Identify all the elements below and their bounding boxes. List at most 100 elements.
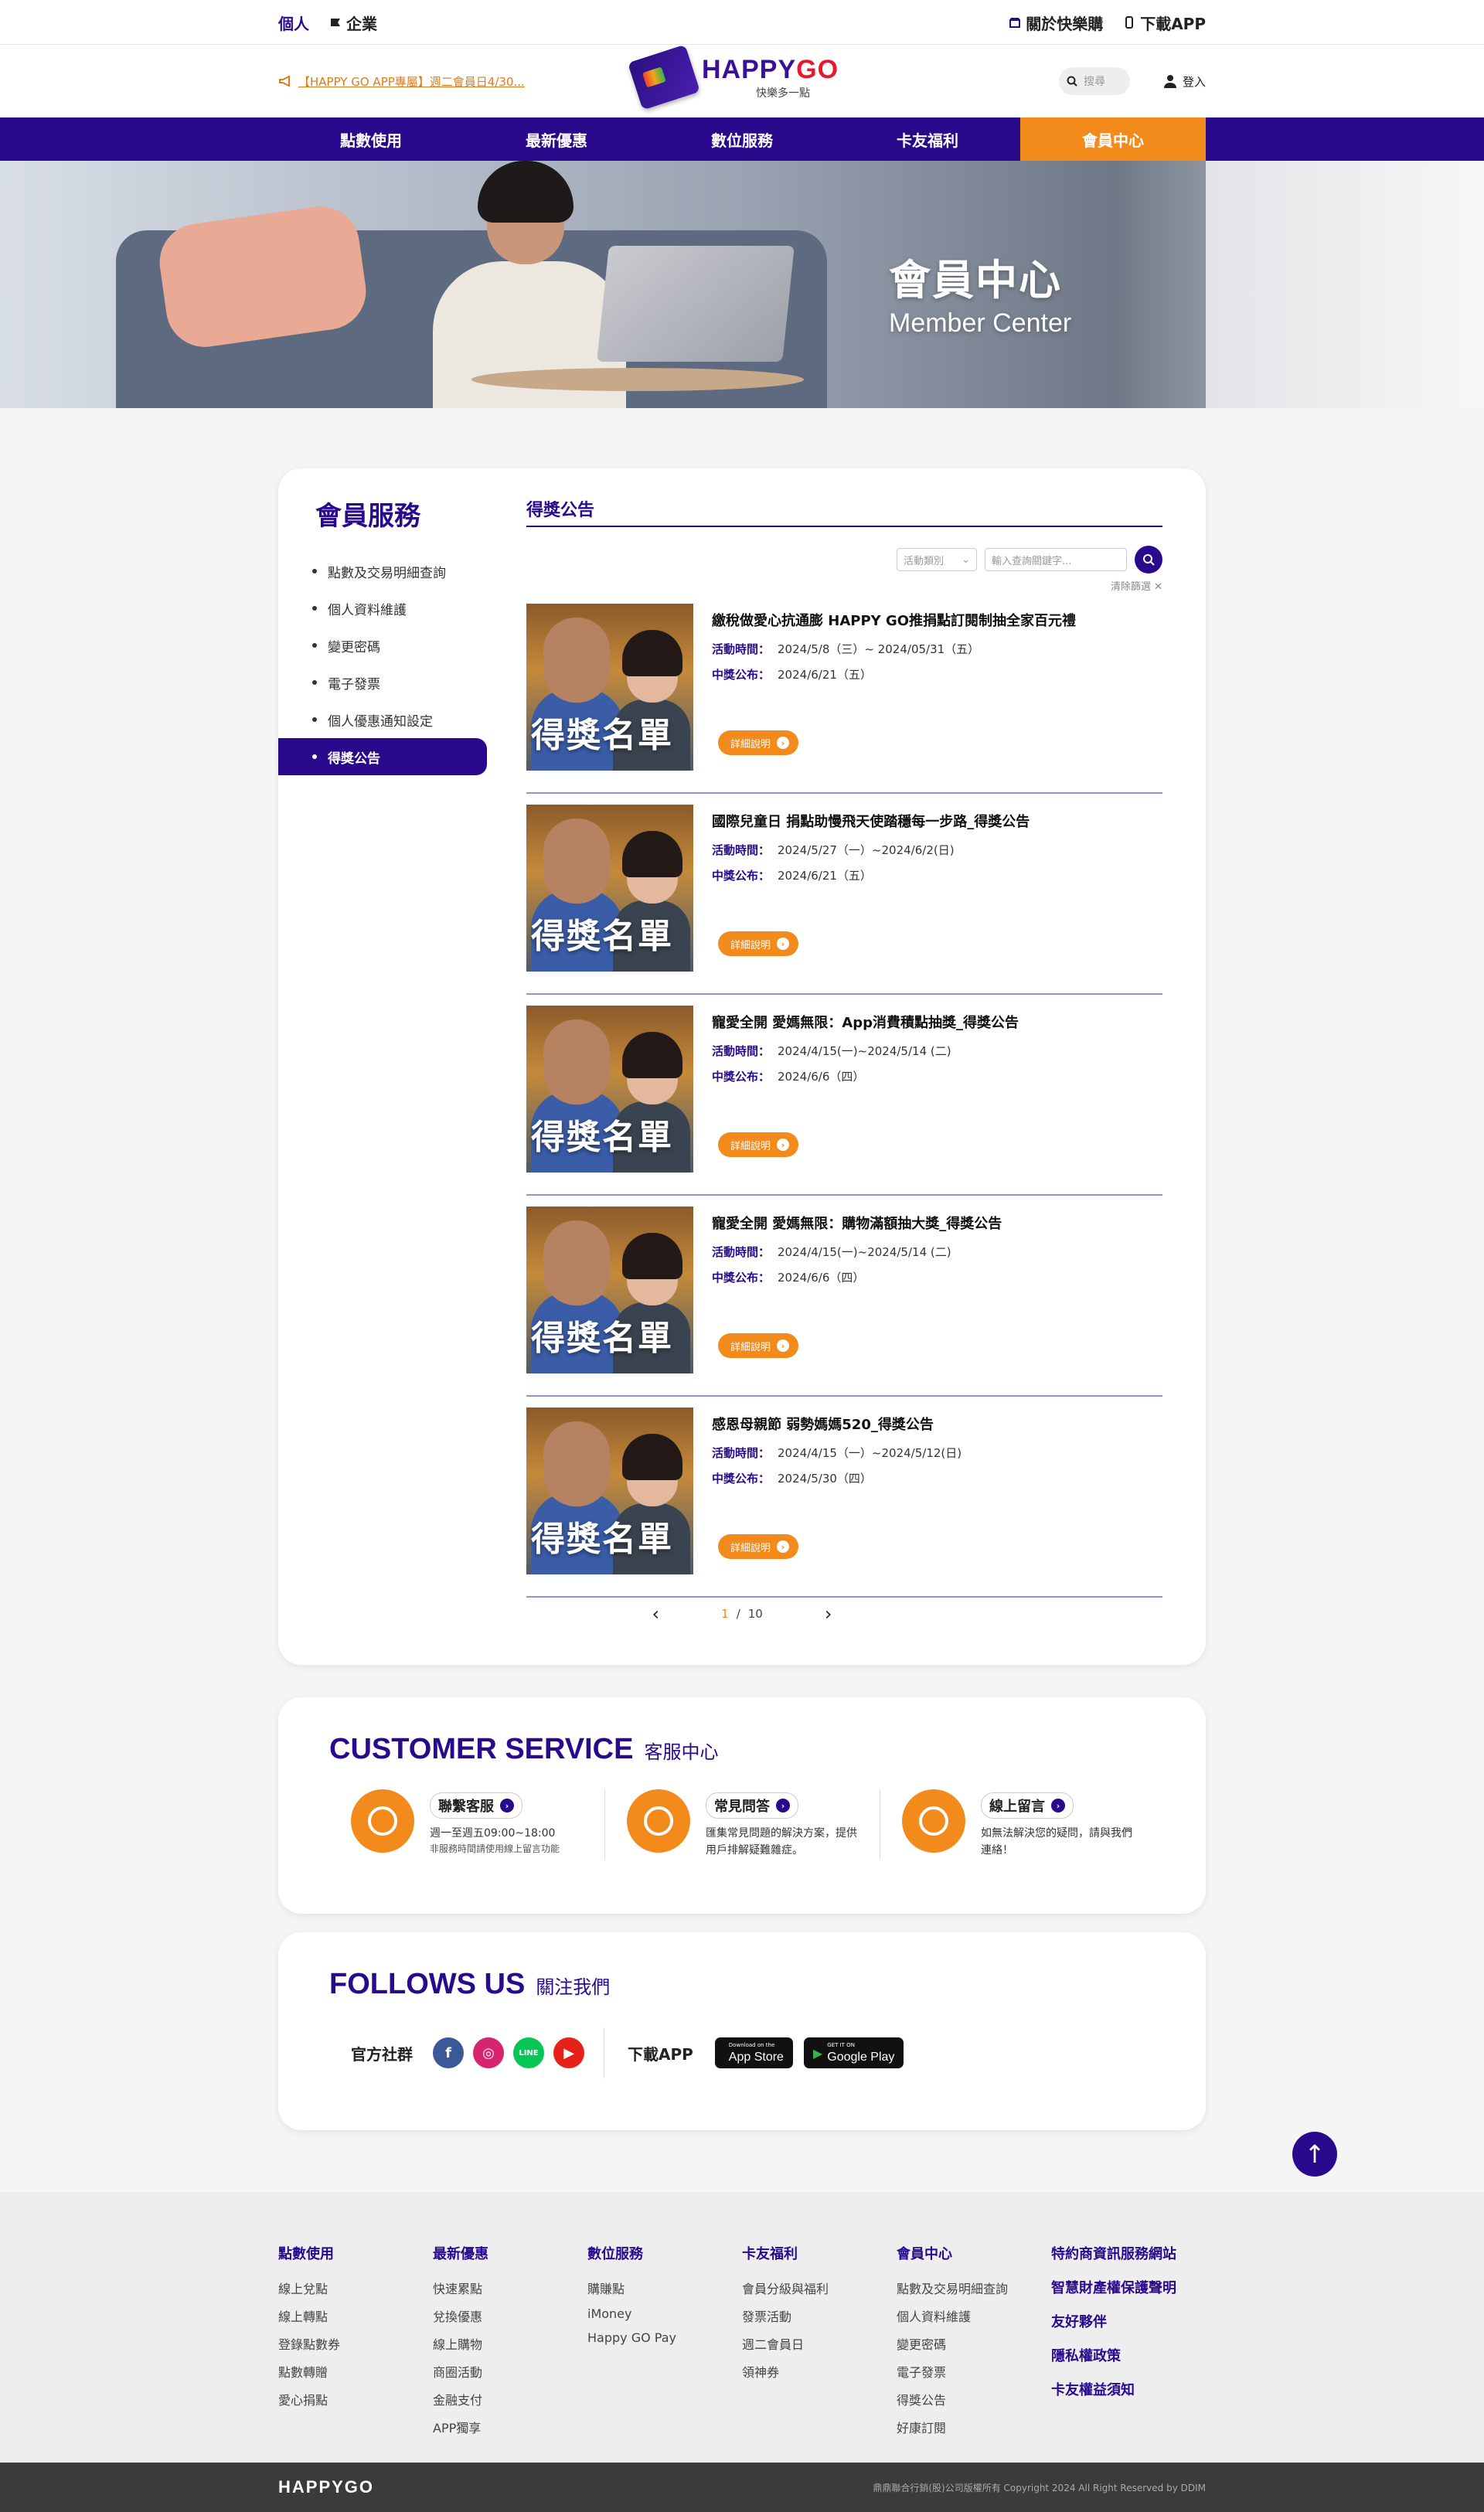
login-button[interactable]: 登入: [1163, 73, 1206, 90]
tab-personal[interactable]: 個人: [278, 12, 309, 34]
sidebar-item-einvoice[interactable]: 電子發票: [278, 664, 487, 701]
footer-heading[interactable]: 點數使用: [278, 2243, 433, 2263]
footer-policy-links: 特約商資訊服務網站 智慧財產權保護聲明 友好夥伴隱私權政策卡友權益須知: [1051, 2243, 1206, 2446]
footer-heading[interactable]: 卡友福利: [742, 2243, 897, 2263]
footer-link[interactable]: 隱私權政策: [1051, 2345, 1206, 2365]
sidebar-item-profile[interactable]: 個人資料維護: [278, 590, 487, 627]
footer-link[interactable]: 特約商資訊服務網站: [1051, 2243, 1206, 2263]
keyword-input[interactable]: 輸入查詢關鍵字...: [985, 548, 1127, 571]
footer-link[interactable]: 週二會員日: [742, 2334, 897, 2353]
footer-heading[interactable]: 最新優惠: [433, 2243, 587, 2263]
footer-link[interactable]: 發票活動: [742, 2306, 897, 2325]
email-icon: [902, 1789, 965, 1853]
footer-link[interactable]: 登錄點數券: [278, 2334, 433, 2353]
footer-link[interactable]: 電子發票: [897, 2362, 1051, 2381]
footer-link[interactable]: 線上兌點: [278, 2279, 433, 2297]
footer-link[interactable]: 線上轉點: [278, 2306, 433, 2325]
tab-business[interactable]: 企業: [329, 12, 377, 34]
footer-link[interactable]: iMoney: [587, 2306, 742, 2321]
nav-member-center[interactable]: 會員中心: [1020, 117, 1206, 161]
detail-button[interactable]: 詳細說明 ›: [718, 730, 799, 755]
footer-link[interactable]: 智慧財產權保護聲明: [1051, 2277, 1206, 2297]
item-title[interactable]: 繳稅做愛心抗通膨 HAPPY GO推捐點訂閱制抽全家百元禮: [712, 610, 1162, 630]
item-announce: 2024/6/21（五）: [778, 668, 872, 682]
announcement-marquee[interactable]: 【HAPPY GO APP專屬】週二會員日4/30...: [278, 73, 572, 90]
banner-subtitle: Member Center: [889, 308, 1072, 338]
winner-thumbnail[interactable]: 得獎名單: [526, 1207, 693, 1373]
footer-link[interactable]: 點數轉贈: [278, 2362, 433, 2381]
winner-thumbnail[interactable]: 得獎名單: [526, 604, 693, 771]
winner-thumbnail[interactable]: 得獎名單: [526, 1407, 693, 1574]
nav-digital[interactable]: 數位服務: [649, 117, 835, 161]
item-title[interactable]: 感恩母親節 弱勢媽媽520_得獎公告: [712, 1414, 1162, 1434]
footer-link[interactable]: APP獨享: [433, 2418, 587, 2436]
pagination: ‹ 1 / 10 ›: [652, 1603, 832, 1625]
footer-heading[interactable]: 會員中心: [897, 2243, 1051, 2263]
footer-link[interactable]: 得獎公告: [897, 2390, 1051, 2408]
footer-link[interactable]: 好康訂閱: [897, 2418, 1051, 2436]
footer-link[interactable]: 友好夥伴: [1051, 2311, 1206, 2331]
detail-button[interactable]: 詳細說明 ›: [718, 1132, 799, 1157]
footer-link[interactable]: 快速累點: [433, 2279, 587, 2297]
footer-link[interactable]: 兌換優惠: [433, 2306, 587, 2325]
winner-thumbnail[interactable]: 得獎名單: [526, 805, 693, 972]
detail-button[interactable]: 詳細說明 ›: [718, 931, 799, 956]
online-message-item[interactable]: 線上留言 › 如無法解決您的疑問，請與我們連絡！: [880, 1789, 1155, 1860]
footer-link[interactable]: 愛心捐點: [278, 2390, 433, 2408]
item-time: 2024/5/27（一）~2024/6/2(日): [778, 843, 955, 857]
footer-link[interactable]: 會員分級與福利: [742, 2279, 897, 2297]
search-button[interactable]: [1135, 546, 1162, 574]
item-announce: 2024/5/30（四）: [778, 1472, 872, 1486]
sidebar-item-notifications[interactable]: 個人優惠通知設定: [278, 701, 487, 738]
faq-item[interactable]: 常見問答 › 匯集常見問題的解決方案，提供用戶排解疑難雜症。: [604, 1789, 880, 1860]
line-icon[interactable]: LINE: [513, 2037, 544, 2068]
detail-button[interactable]: 詳細說明 ›: [718, 1534, 799, 1559]
footer-link[interactable]: 領神券: [742, 2362, 897, 2381]
site-header: 【HAPPY GO APP專屬】週二會員日4/30... HAPPYGO 快樂多…: [0, 44, 1484, 117]
youtube-icon[interactable]: ▶: [553, 2037, 584, 2068]
footer-link[interactable]: 商圈活動: [433, 2362, 587, 2381]
search-icon: [1067, 76, 1077, 87]
download-app-link[interactable]: 下載APP: [1123, 12, 1206, 34]
filter-bar: 活動類別 ⌄ 輸入查詢關鍵字...: [526, 546, 1162, 574]
page-banner: 會員中心 Member Center: [0, 161, 1484, 408]
banner-window: [1206, 161, 1484, 408]
category-select[interactable]: 活動類別 ⌄: [897, 548, 977, 571]
about-link[interactable]: 關於快樂購: [1009, 12, 1103, 34]
footer-link[interactable]: Happy GO Pay: [587, 2330, 742, 2345]
item-time: 2024/4/15(一)~2024/5/14 (二): [778, 1245, 951, 1259]
item-title[interactable]: 寵愛全開 愛媽無限：App消費積點抽獎_得獎公告: [712, 1012, 1162, 1032]
nav-points[interactable]: 點數使用: [278, 117, 464, 161]
footer-link[interactable]: 購賺點: [587, 2279, 742, 2297]
footer-link[interactable]: 個人資料維護: [897, 2306, 1051, 2325]
back-to-top-button[interactable]: ↑: [1292, 2132, 1337, 2177]
clear-filter-link[interactable]: 清除篩選 ✕: [526, 578, 1162, 593]
google-play-button[interactable]: ▶ GET IT ON Google Play: [803, 2037, 904, 2068]
prev-page-icon[interactable]: ‹: [652, 1603, 660, 1625]
winner-thumbnail[interactable]: 得獎名單: [526, 1006, 693, 1173]
nav-benefits[interactable]: 卡友福利: [835, 117, 1020, 161]
list-item: 得獎名單 寵愛全開 愛媽無限：App消費積點抽獎_得獎公告 活動時間： 2024/…: [526, 995, 1162, 1196]
sidebar-item-password[interactable]: 變更密碼: [278, 627, 487, 664]
footer-logo[interactable]: HAPPYGO: [278, 2477, 374, 2497]
footer-link[interactable]: 線上購物: [433, 2334, 587, 2353]
contact-service-item[interactable]: 聯繫客服 › 週一至週五09:00~18:00 非服務時間請使用線上留言功能: [329, 1789, 604, 1860]
footer-heading[interactable]: 數位服務: [587, 2243, 742, 2263]
chevron-down-icon: ⌄: [962, 553, 970, 566]
item-title[interactable]: 寵愛全開 愛媽無限：購物滿額抽大獎_得獎公告: [712, 1213, 1162, 1233]
nav-offers[interactable]: 最新優惠: [464, 117, 649, 161]
item-title[interactable]: 國際兒童日 捐點助慢飛天使踏穩每一步路_得獎公告: [712, 811, 1162, 831]
happygo-logo[interactable]: HAPPYGO 快樂多一點: [628, 44, 839, 111]
footer-link[interactable]: 金融支付: [433, 2390, 587, 2408]
next-page-icon[interactable]: ›: [825, 1603, 832, 1625]
detail-button[interactable]: 詳細說明 ›: [718, 1333, 799, 1358]
sidebar-item-winners[interactable]: 得獎公告: [278, 738, 487, 775]
footer-link[interactable]: 點數及交易明細查詢: [897, 2279, 1051, 2297]
search-input[interactable]: 搜尋: [1058, 67, 1130, 95]
app-store-button[interactable]: Download on the App Store: [714, 2037, 793, 2068]
instagram-icon[interactable]: ◎: [473, 2037, 504, 2068]
facebook-icon[interactable]: f: [433, 2037, 464, 2068]
footer-link[interactable]: 變更密碼: [897, 2334, 1051, 2353]
sidebar-item-transactions[interactable]: 點數及交易明細查詢: [278, 553, 487, 590]
footer-link[interactable]: 卡友權益須知: [1051, 2379, 1206, 2399]
